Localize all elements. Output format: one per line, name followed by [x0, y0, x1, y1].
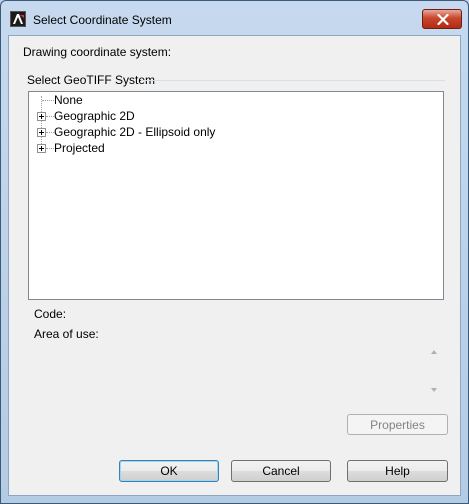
tree-item-projected[interactable]: Projected — [29, 140, 329, 156]
window-title: Select Coordinate System — [33, 13, 172, 27]
autocad-app-icon[interactable] — [10, 11, 26, 27]
tree-item-geographic-2d-ellipsoid[interactable]: Geographic 2D - Ellipsoid only — [29, 124, 329, 140]
tree-item-label: Geographic 2D — [54, 109, 135, 123]
scroll-up-arrow-icon[interactable] — [426, 344, 442, 360]
scroll-down-arrow-icon[interactable] — [426, 382, 442, 398]
tree-item-label: Geographic 2D - Ellipsoid only — [54, 125, 216, 139]
tree-connector — [46, 148, 54, 149]
drawing-coordinate-system-label: Drawing coordinate system: — [23, 45, 172, 59]
group-divider — [141, 80, 445, 81]
close-icon — [437, 14, 449, 25]
tree-connector — [42, 100, 54, 101]
properties-button[interactable]: Properties — [347, 414, 448, 435]
expand-icon[interactable] — [37, 144, 46, 153]
coordinate-system-tree[interactable]: None Geographic 2D Geographic 2D - Ellip… — [28, 91, 444, 300]
dialog-window: Select Coordinate System Drawing coordin… — [0, 0, 469, 504]
expand-icon[interactable] — [37, 112, 46, 121]
tree-item-label: None — [54, 93, 83, 107]
area-of-use-label: Area of use: — [34, 327, 99, 341]
tree-item-geographic-2d[interactable]: Geographic 2D — [29, 108, 329, 124]
tree-connector — [46, 116, 54, 117]
tree-connector — [46, 132, 54, 133]
area-of-use-scrollbar[interactable] — [426, 344, 442, 398]
cancel-button[interactable]: Cancel — [231, 460, 331, 482]
help-button[interactable]: Help — [347, 460, 448, 482]
ok-button[interactable]: OK — [119, 460, 219, 482]
code-label: Code: — [34, 307, 67, 321]
close-button[interactable] — [422, 9, 462, 29]
expand-icon[interactable] — [37, 128, 46, 137]
tree-item-label: Projected — [54, 141, 105, 155]
tree-item-none[interactable]: None — [29, 92, 329, 108]
dialog-client-area: Drawing coordinate system: Select GeoTIF… — [8, 35, 461, 496]
title-bar[interactable]: Select Coordinate System — [1, 1, 468, 33]
geotiff-group-title: Select GeoTIFF System — [27, 73, 156, 87]
